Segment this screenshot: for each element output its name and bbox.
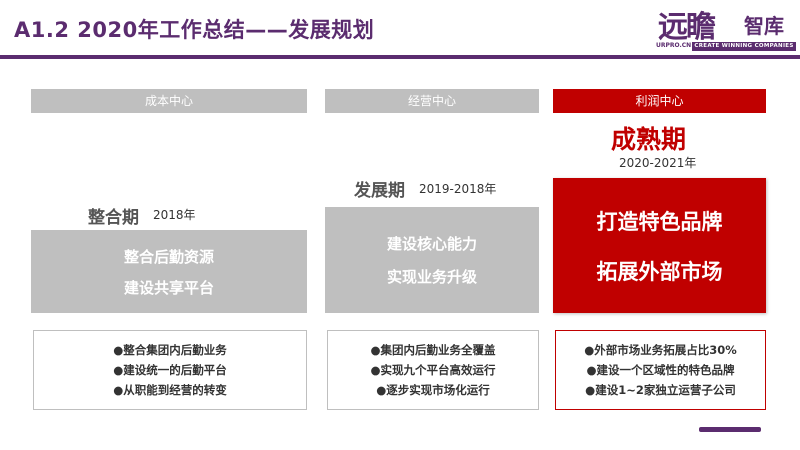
column-header-cost-center: 成本中心 [31,89,307,113]
detail-item: ●外部市场业务拓展占比30% [584,343,737,357]
stage-summary-box-integration: 整合后勤资源 建设共享平台 [31,230,307,313]
detail-item: ●逐步实现市场化运行 [376,383,490,397]
summary-line: 打造特色品牌 [596,209,723,234]
detail-item: ●建设1~2家独立运营子公司 [585,383,736,397]
page-title: A1.2 2020年工作总结——发展规划 [14,18,375,42]
logo-tagline: CREATE WINNING COMPANIES [692,42,796,51]
logo-calligraphy: 远瞻 [658,10,716,45]
brand-logo: 远瞻 智库 URPRO.CN CREATE WINNING COMPANIES [656,2,796,52]
stage-year-integration: 2018年 [153,208,196,222]
stage-name-maturity: 成熟期 [611,125,687,154]
summary-line: 实现业务升级 [386,268,477,286]
stage-name-integration: 整合期 [88,208,139,228]
column-header-profit-center: 利润中心 [553,89,766,113]
detail-item: ●实现九个平台高效运行 [370,363,496,377]
summary-line: 建设核心能力 [386,235,477,253]
stage-details-box-integration: ●整合集团内后勤业务 ●建设统一的后勤平台 ●从职能到经营的转变 [33,330,307,410]
detail-item: ●整合集团内后勤业务 [113,343,227,357]
logo-name: 智库 [744,14,784,38]
summary-line: 整合后勤资源 [123,247,214,266]
detail-item: ●集团内后勤业务全覆盖 [370,343,496,357]
stage-name-development: 发展期 [354,181,405,201]
stage-summary-box-maturity: 打造特色品牌 拓展外部市场 [553,178,766,313]
detail-item: ●从职能到经营的转变 [113,383,227,397]
stage-summary-box-development: 建设核心能力 实现业务升级 [325,207,539,313]
logo-url: URPRO.CN [656,42,692,49]
stage-year-maturity: 2020-2021年 [619,156,697,170]
stage-details-box-development: ●集团内后勤业务全覆盖 ●实现九个平台高效运行 ●逐步实现市场化运行 [327,330,539,410]
summary-line: 建设共享平台 [123,278,214,297]
detail-item: ●建设统一的后勤平台 [113,363,227,377]
header-divider [0,55,800,59]
stage-details-box-maturity: ●外部市场业务拓展占比30% ●建设一个区域性的特色品牌 ●建设1~2家独立运营… [555,330,766,410]
footer-accent-bar [699,427,761,432]
stage-year-development: 2019-2018年 [419,182,497,196]
column-header-operation-center: 经营中心 [325,89,539,113]
detail-item: ●建设一个区域性的特色品牌 [586,363,735,377]
summary-line: 拓展外部市场 [596,259,723,284]
